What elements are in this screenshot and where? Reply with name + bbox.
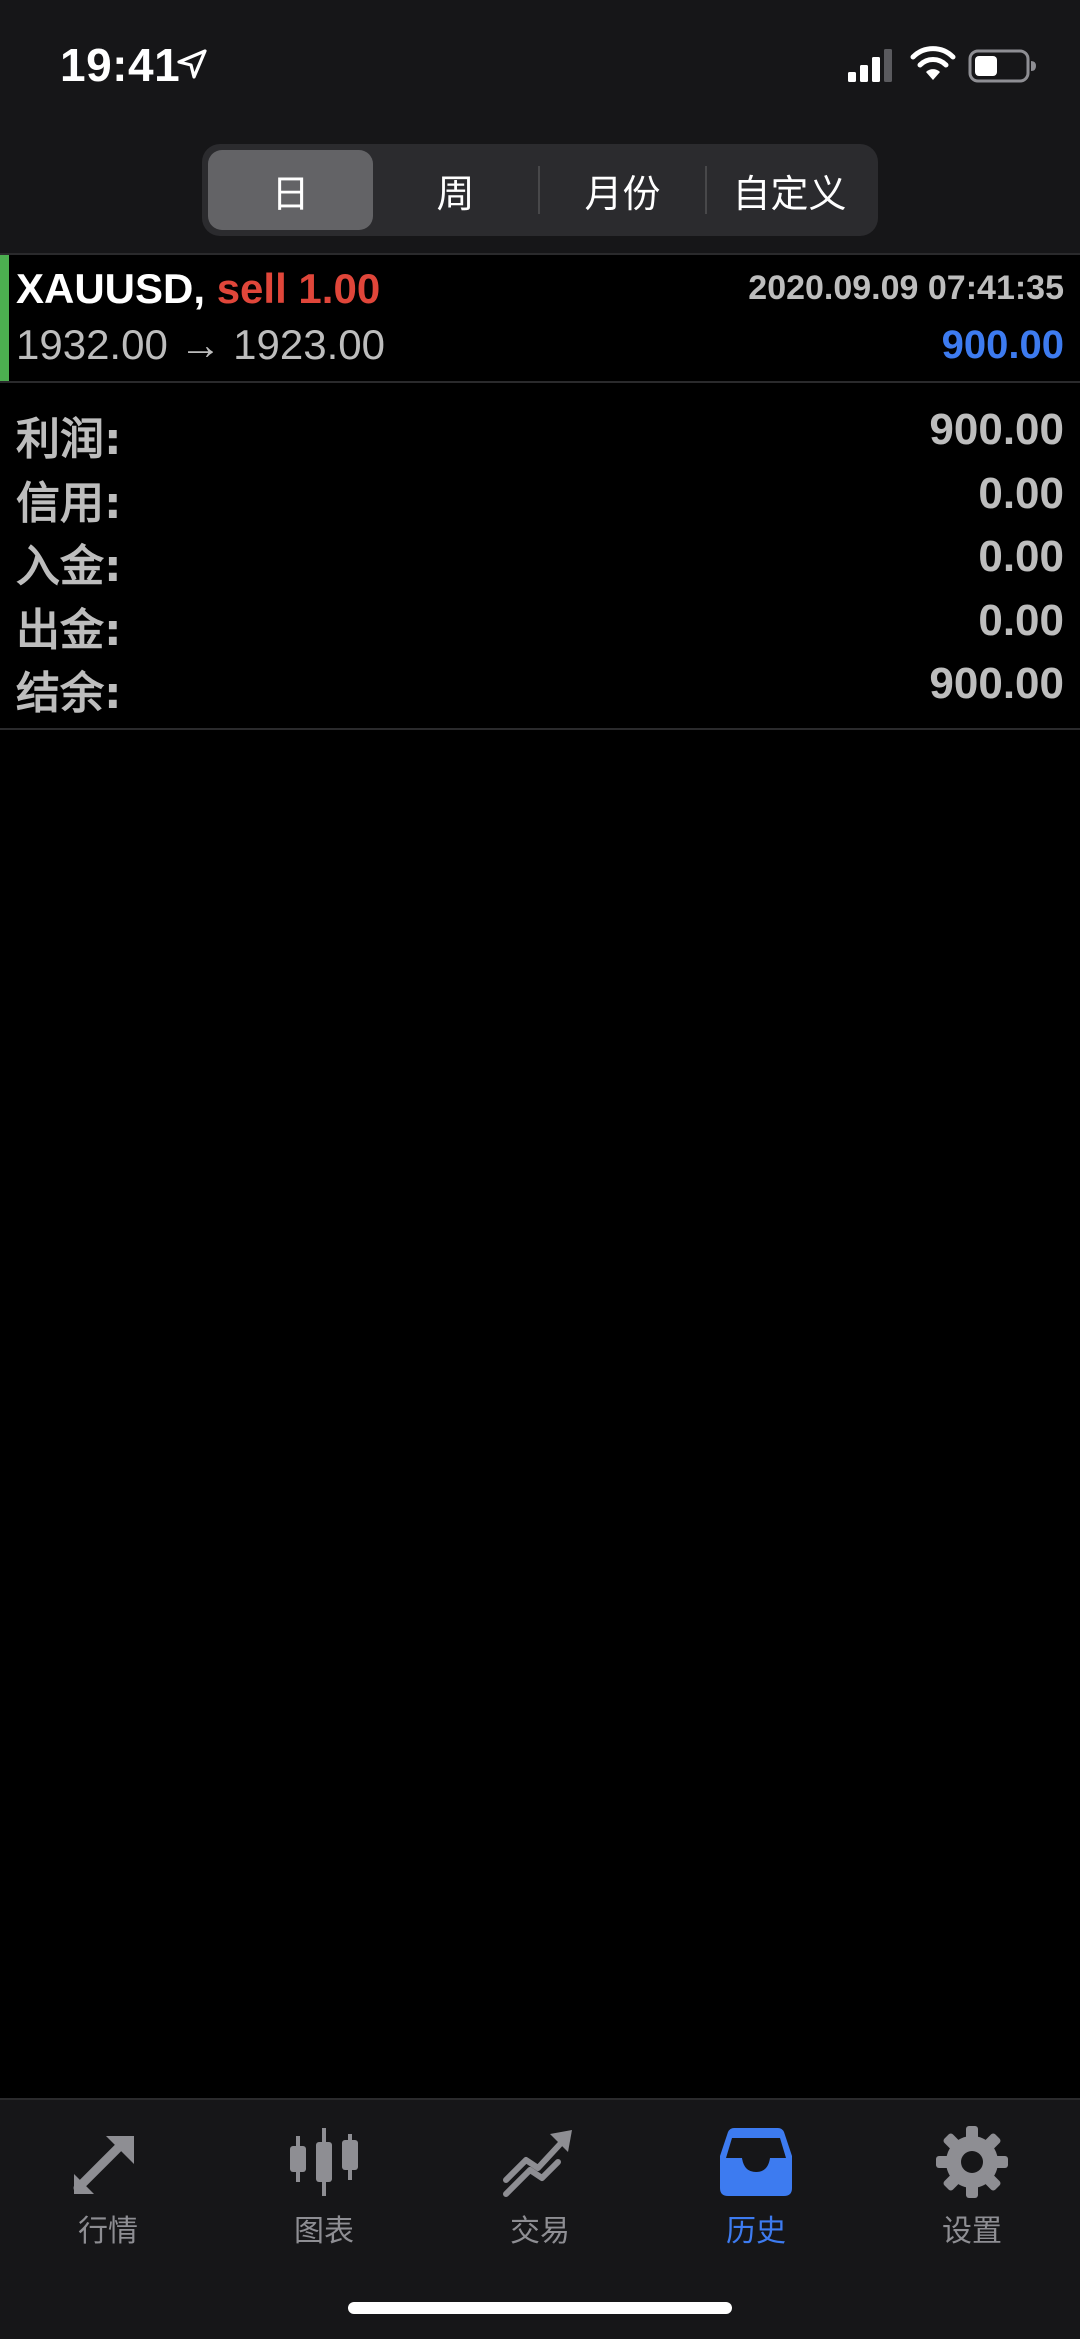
gear-icon	[936, 2126, 1008, 2198]
location-arrow-icon	[177, 49, 207, 79]
trade-profit: 900.00	[941, 323, 1064, 367]
top-area: 19:41 日 周 月份 自定义	[0, 0, 1080, 253]
segment-month[interactable]: 月份	[540, 150, 705, 230]
summary-label: 入金:	[16, 541, 122, 592]
period-selector: 日 周 月份 自定义	[202, 144, 878, 236]
trade-row[interactable]: XAUUSD, sell 1.00 2020.09.09 07:41:35 19…	[0, 255, 1080, 381]
tab-charts-label: 图表	[294, 2214, 354, 2249]
summary-row-credit: 信用: 0.00	[0, 461, 1080, 529]
wifi-icon	[910, 46, 956, 80]
trade-side: sell 1.00	[216, 265, 381, 312]
summary-row-withdrawal: 出金: 0.00	[0, 588, 1080, 656]
trade-symbol: XAUUSD,	[16, 265, 206, 312]
screen: 19:41 日 周 月份 自定义 XAUUSD, sell 1.00 2020.…	[0, 0, 1080, 2339]
status-bar: 19:41	[0, 0, 1080, 132]
segment-month-label: 月份	[584, 171, 661, 216]
summary-row-balance: 结余: 900.00	[0, 651, 1080, 719]
home-indicator[interactable]	[348, 2302, 732, 2314]
tab-trade[interactable]: 交易	[432, 2122, 648, 2252]
tab-settings[interactable]: 设置	[864, 2122, 1080, 2252]
tab-charts[interactable]: 图表	[216, 2122, 432, 2252]
summary-label: 结余:	[16, 668, 122, 719]
summary-row-profit: 利润: 900.00	[0, 397, 1080, 465]
tab-history-label: 历史	[726, 2214, 786, 2249]
quotes-arrows-icon	[73, 2136, 134, 2194]
trade-divider	[0, 381, 1080, 383]
segment-custom[interactable]: 自定义	[707, 150, 872, 230]
summary-value: 0.00	[978, 532, 1064, 581]
trade-time: 2020.09.09 07:41:35	[748, 269, 1064, 307]
summary-label: 利润:	[16, 414, 122, 465]
tab-history[interactable]: 历史	[648, 2122, 864, 2252]
trade-trend-icon	[503, 2130, 572, 2197]
battery-icon	[968, 49, 1036, 83]
trade-prices: 1932.00 → 1923.00	[16, 321, 385, 368]
tab-settings-label: 设置	[942, 2214, 1002, 2249]
summary-label: 信用:	[16, 477, 122, 529]
cellular-signal-icon	[848, 49, 892, 82]
summary-value: 0.00	[978, 595, 1064, 645]
tab-quotes-label: 行情	[78, 2214, 138, 2249]
summary-value: 0.00	[978, 468, 1064, 518]
summary-row-deposit: 入金: 0.00	[0, 524, 1080, 592]
summary-label: 出金:	[16, 604, 122, 656]
tab-trade-label: 交易	[510, 2214, 570, 2249]
status-time: 19:41	[60, 39, 181, 91]
segment-day-label: 日	[271, 171, 310, 216]
segment-custom-label: 自定义	[732, 171, 847, 216]
summary-divider	[0, 728, 1080, 730]
segment-day[interactable]: 日	[208, 150, 373, 230]
account-summary: 利润: 900.00 信用: 0.00 入金: 0.00 出金: 0.00 结余…	[0, 397, 1080, 719]
trade-accent-bar	[0, 255, 9, 381]
history-inbox-icon	[720, 2128, 792, 2196]
summary-value: 900.00	[929, 659, 1064, 708]
tab-quotes[interactable]: 行情	[0, 2122, 216, 2252]
segment-week[interactable]: 周	[373, 150, 538, 230]
summary-value: 900.00	[929, 405, 1064, 454]
candlestick-chart-icon	[290, 2128, 358, 2196]
segment-week-label: 周	[436, 171, 475, 216]
trade-symbol-line: XAUUSD, sell 1.00	[16, 265, 380, 313]
